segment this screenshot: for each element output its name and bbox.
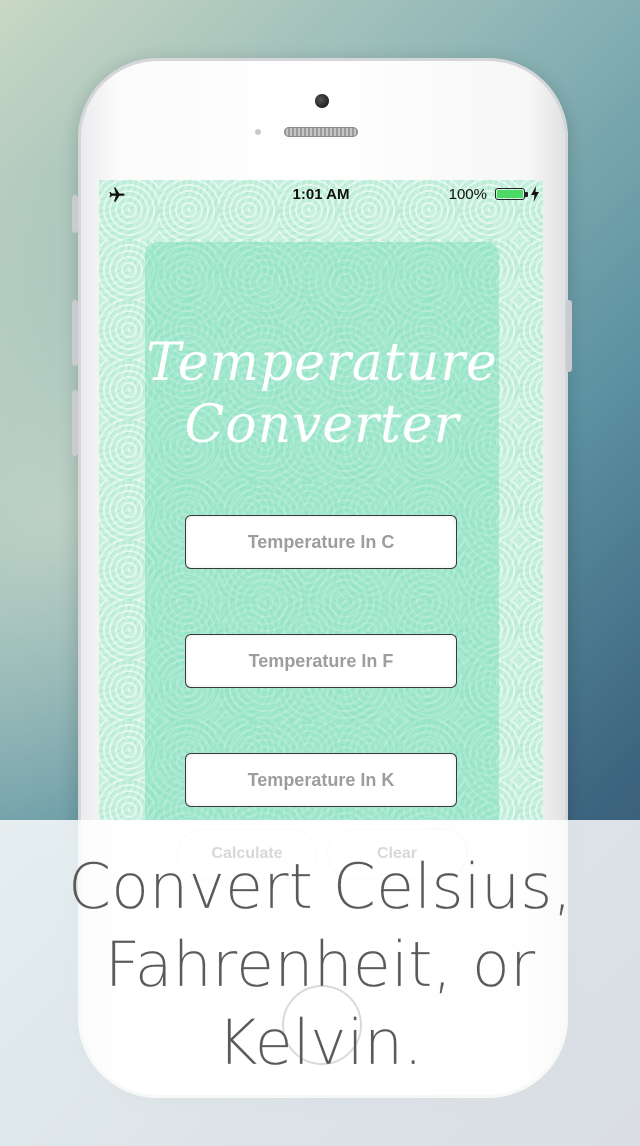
kelvin-input[interactable]	[185, 753, 457, 807]
proximity-sensor	[255, 129, 261, 135]
battery-percent: 100%	[448, 186, 487, 203]
status-bar: 1:01 AM 100%	[99, 180, 543, 210]
app-title: Temperature Converter	[145, 332, 499, 456]
fahrenheit-input[interactable]	[185, 634, 457, 688]
marketing-caption: Convert Celsius, Fahrenheit, or Kelvin.	[0, 848, 640, 1082]
app-title-line1: Temperature	[146, 333, 498, 393]
caption-line3: Kelvin.	[217, 1006, 423, 1079]
battery-fill	[497, 190, 523, 198]
volume-up-button	[72, 300, 78, 366]
mute-switch	[72, 195, 78, 233]
converter-card: Temperature Converter	[145, 242, 499, 820]
celsius-input[interactable]	[185, 515, 457, 569]
caption-line2: Fahrenheit, or	[104, 928, 536, 1001]
caption-line1: Convert Celsius,	[67, 850, 573, 923]
volume-down-button	[72, 390, 78, 456]
front-camera	[315, 94, 329, 108]
app-title-line2: Converter	[184, 395, 460, 455]
earpiece-speaker	[284, 127, 358, 137]
phone-screen: 1:01 AM 100% Temperature Converter	[99, 180, 543, 820]
power-button	[566, 300, 572, 372]
battery-nub	[525, 192, 528, 197]
charging-bolt-icon	[531, 186, 539, 202]
battery-icon	[495, 188, 525, 200]
